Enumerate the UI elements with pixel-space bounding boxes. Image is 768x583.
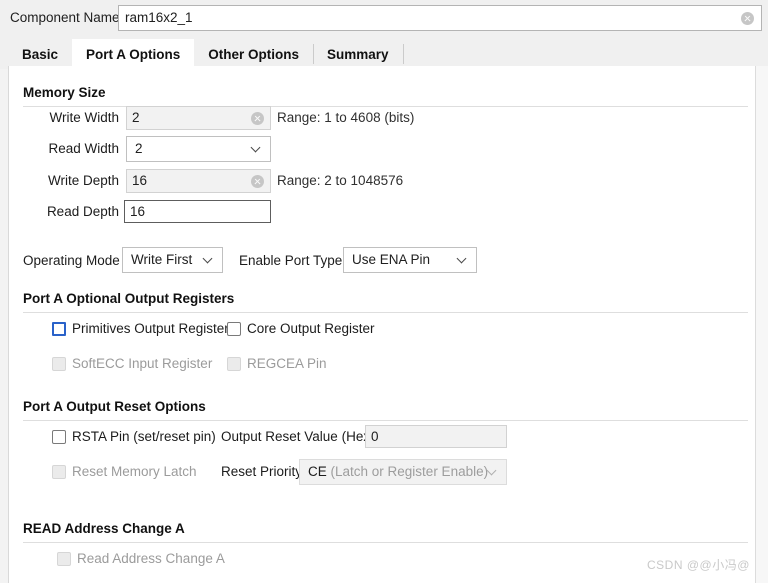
read-depth-value: 16 [130, 204, 146, 219]
clear-circle-icon[interactable] [741, 12, 754, 25]
checkbox-primitives-output-register-label: Primitives Output Register [72, 321, 229, 336]
tab-port-a-options-label: Port A Options [86, 46, 181, 62]
chevron-down-icon [204, 255, 213, 264]
chevron-down-icon [488, 467, 497, 476]
read-depth-label: Read Depth [46, 204, 119, 219]
component-name-value: ram16x2_1 [125, 10, 193, 25]
checkbox-reset-memory-latch-label: Reset Memory Latch [72, 464, 197, 479]
watermark-text: CSDN @@小冯@ [647, 558, 750, 572]
checkbox-rsta-pin[interactable] [52, 430, 66, 444]
checkbox-regcea-pin [227, 357, 241, 371]
checkbox-read-address-change-a-label: Read Address Change A [77, 551, 225, 566]
write-depth-input[interactable]: 16 [126, 169, 271, 193]
read-width-value: 2 [135, 141, 143, 156]
tab-summary[interactable]: Summary [313, 39, 403, 69]
read-depth-input[interactable]: 16 [124, 200, 271, 223]
checkbox-softecc-input-register-label: SoftECC Input Register [72, 356, 213, 371]
tab-strip: Basic Port A Options Other Options Summa… [0, 36, 768, 69]
checkbox-read-address-change-a [57, 552, 71, 566]
vertical-scrollbar-track[interactable] [755, 66, 768, 583]
write-depth-label: Write Depth [47, 173, 119, 188]
operating-mode-value: Write First [131, 252, 193, 267]
section-divider-read-address-change [23, 542, 748, 543]
reset-priority-dropdown: CE (Latch or Register Enable) [299, 459, 507, 485]
checkbox-rsta-pin-label: RSTA Pin (set/reset pin) [72, 429, 216, 444]
checkbox-core-output-register-label: Core Output Register [247, 321, 375, 336]
operating-mode-label: Operating Mode [23, 253, 120, 268]
tab-basic-label: Basic [22, 46, 59, 62]
section-title-output-reset-options: Port A Output Reset Options [23, 399, 206, 414]
write-width-range-text: Range: 1 to 4608 (bits) [277, 110, 415, 125]
enable-port-type-dropdown[interactable]: Use ENA Pin [343, 247, 477, 273]
read-width-dropdown[interactable]: 2 [126, 136, 271, 162]
reset-priority-label: Reset Priority [221, 464, 303, 479]
section-divider-output-reset-options [23, 420, 748, 421]
checkbox-core-output-register[interactable] [227, 322, 241, 336]
component-name-bar: Component Name ram16x2_1 [0, 0, 768, 36]
write-width-input[interactable]: 2 [126, 106, 271, 130]
tab-other-options-label: Other Options [208, 46, 300, 62]
section-title-optional-output-registers: Port A Optional Output Registers [23, 291, 235, 306]
output-reset-value-text: 0 [371, 429, 379, 444]
clear-circle-icon[interactable] [251, 112, 264, 125]
tab-basic[interactable]: Basic [8, 39, 72, 69]
checkbox-primitives-output-register[interactable] [52, 322, 66, 336]
enable-port-type-label: Enable Port Type [239, 253, 343, 268]
write-width-label: Write Width [49, 110, 119, 125]
output-reset-value-input[interactable]: 0 [365, 425, 507, 448]
reset-priority-value-description: (Latch or Register Enable) [326, 464, 489, 479]
section-title-memory-size: Memory Size [23, 85, 106, 100]
output-reset-value-label: Output Reset Value (Hex) [221, 429, 375, 444]
ip-configuration-dialog: Component Name ram16x2_1 Basic Port A Op… [0, 0, 768, 583]
reset-priority-value: CE (Latch or Register Enable) [308, 464, 488, 479]
read-width-label: Read Width [48, 141, 119, 156]
component-name-input[interactable]: ram16x2_1 [118, 5, 762, 31]
write-width-value: 2 [132, 110, 140, 125]
write-depth-range-text: Range: 2 to 1048576 [277, 173, 404, 188]
tab-summary-label: Summary [327, 46, 389, 62]
port-a-options-panel: Memory Size Write Width 2 Range: 1 to 46… [8, 66, 755, 583]
enable-port-type-value: Use ENA Pin [352, 252, 431, 267]
operating-mode-dropdown[interactable]: Write First [122, 247, 223, 273]
section-title-read-address-change: READ Address Change A [23, 521, 185, 536]
write-depth-value: 16 [132, 173, 148, 188]
tab-strip-filler [402, 39, 463, 69]
tab-other-options[interactable]: Other Options [194, 39, 313, 69]
checkbox-reset-memory-latch [52, 465, 66, 479]
reset-priority-value-code: CE [308, 464, 327, 479]
checkbox-regcea-pin-label: REGCEA Pin [247, 356, 327, 371]
tab-port-a-options[interactable]: Port A Options [72, 39, 195, 69]
section-divider-optional-output-registers [23, 312, 748, 313]
checkbox-softecc-input-register [52, 357, 66, 371]
chevron-down-icon [458, 255, 467, 264]
clear-circle-icon[interactable] [251, 175, 264, 188]
component-name-label: Component Name [10, 10, 120, 25]
chevron-down-icon [252, 144, 261, 153]
